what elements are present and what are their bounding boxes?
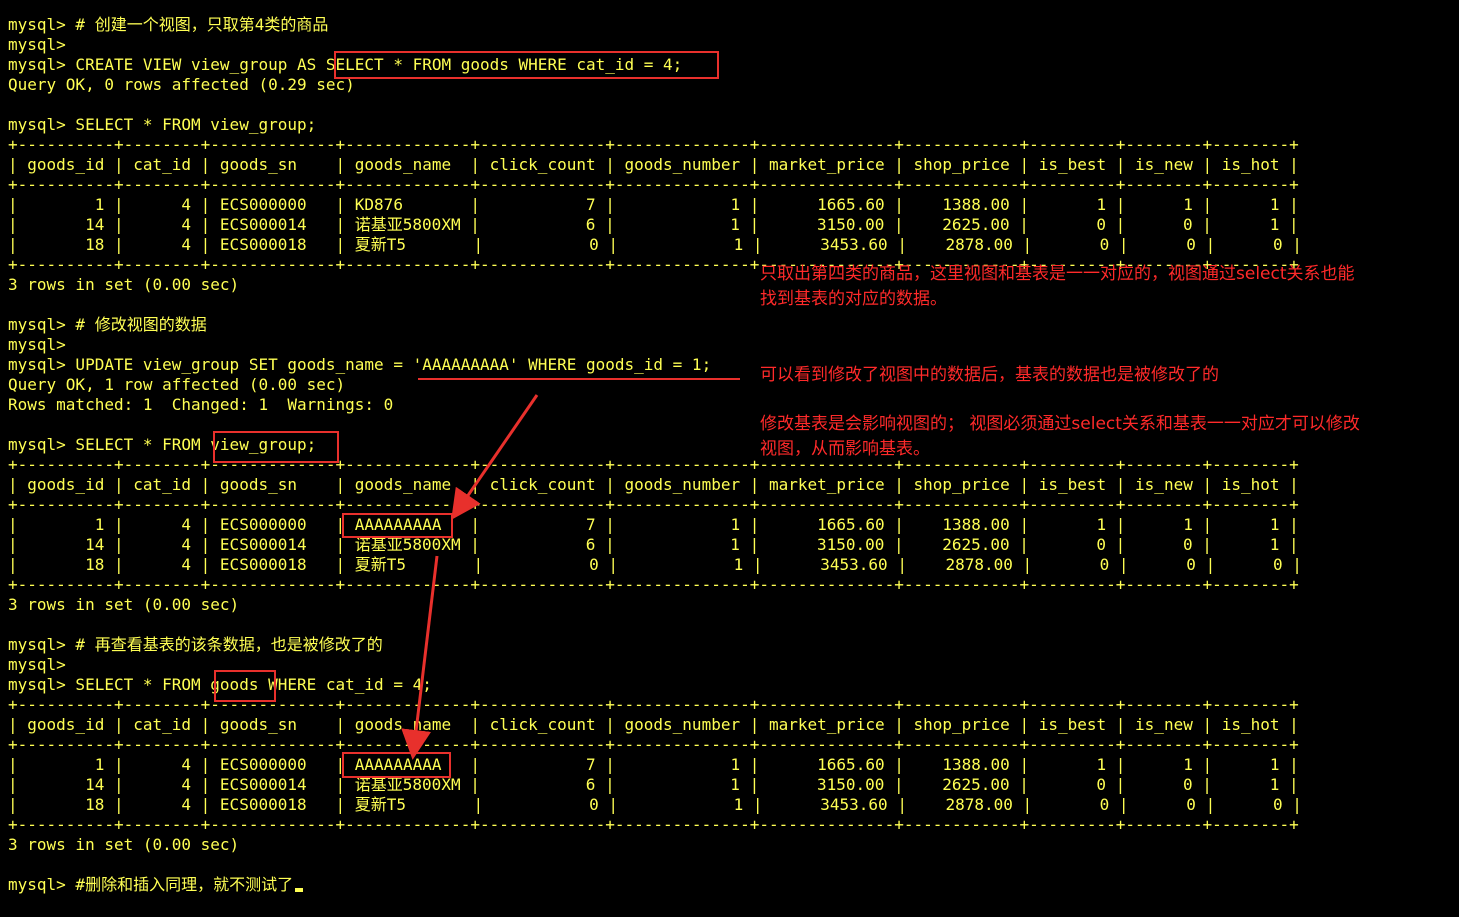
highlight-view-group (213, 431, 339, 463)
terminal-line: Query OK, 0 rows affected (0.29 sec) (8, 75, 355, 94)
annotation-note-1-line-2: 找到基表的对应的数据。 (760, 289, 947, 309)
annotation-note-3-line-1: 修改基表是会影响视图的； 视图必须通过select关系和基表一一对应才可以修改 (760, 414, 1360, 434)
annotation-note-2: 可以看到修改了视图中的数据后，基表的数据也是被修改了的 (760, 363, 1219, 388)
terminal-line: +----------+--------+-------------+-----… (8, 135, 1299, 154)
text-cursor (295, 888, 304, 892)
terminal-line: mysql> # 创建一个视图，只取第4类的商品 (8, 15, 329, 34)
terminal-line: | 18 | 4 | ECS000018 | 夏新T5 | 0 | 1 | 34… (8, 555, 1302, 574)
terminal-line: 3 rows in set (0.00 sec) (8, 275, 240, 294)
terminal-line: 3 rows in set (0.00 sec) (8, 595, 240, 614)
terminal-line: +----------+--------+-------------+-----… (8, 575, 1299, 594)
terminal-line: +----------+--------+-------------+-----… (8, 815, 1299, 834)
terminal-line: Rows matched: 1 Changed: 1 Warnings: 0 (8, 395, 394, 414)
terminal-line: | 18 | 4 | ECS000018 | 夏新T5 | 0 | 1 | 34… (8, 795, 1302, 814)
terminal-line: +----------+--------+-------------+-----… (8, 735, 1299, 754)
terminal-line: | goods_id | cat_id | goods_sn | goods_n… (8, 475, 1299, 494)
terminal-line: Query OK, 1 row affected (0.00 sec) (8, 375, 346, 394)
terminal-line: mysql> UPDATE view_group SET goods_name … (8, 355, 712, 374)
terminal-line: | 14 | 4 | ECS000014 | 诺基亚5800XM | 6 | 1… (8, 215, 1299, 234)
highlight-updated-value-base (342, 752, 451, 778)
terminal-line: mysql> # 修改视图的数据 (8, 315, 207, 334)
terminal-line: | goods_id | cat_id | goods_sn | goods_n… (8, 155, 1299, 174)
terminal-line: +----------+--------+-------------+-----… (8, 695, 1299, 714)
terminal-line: mysql> (8, 655, 66, 674)
terminal-line: | 1 | 4 | ECS000000 | KD876 | 7 | 1 | 16… (8, 195, 1299, 214)
terminal-line: mysql> SELECT * FROM view_group; (8, 115, 317, 134)
terminal-line: | goods_id | cat_id | goods_sn | goods_n… (8, 715, 1299, 734)
underline-update-statement (418, 378, 740, 380)
terminal-line: mysql> # 再查看基表的该条数据，也是被修改了的 (8, 635, 383, 654)
highlight-goods-table (214, 670, 276, 702)
annotation-note-2-text: 可以看到修改了视图中的数据后，基表的数据也是被修改了的 (760, 365, 1219, 385)
terminal-line: +----------+--------+-------------+-----… (8, 175, 1299, 194)
terminal-line: | 14 | 4 | ECS000014 | 诺基亚5800XM | 6 | 1… (8, 535, 1299, 554)
terminal-line: 3 rows in set (0.00 sec) (8, 835, 240, 854)
terminal-line: | 1 | 4 | ECS000000 | AAAAAAAAA | 7 | 1 … (8, 515, 1299, 534)
terminal-line: | 1 | 4 | ECS000000 | AAAAAAAAA | 7 | 1 … (8, 755, 1299, 774)
terminal-line: mysql> #删除和插入同理，就不测试了 (8, 875, 304, 895)
terminal-line: +----------+--------+-------------+-----… (8, 495, 1299, 514)
terminal-line: | 14 | 4 | ECS000014 | 诺基亚5800XM | 6 | 1… (8, 775, 1299, 794)
terminal-line: mysql> (8, 335, 66, 354)
highlight-select-clause (334, 51, 719, 79)
annotation-note-1: 只取出第四类的商品，这里视图和基表是一一对应的，视图通过select关系也能 找… (760, 262, 1355, 312)
annotation-note-3-line-2: 视图，从而影响基表。 (760, 439, 930, 459)
terminal-line: mysql> (8, 35, 66, 54)
highlight-updated-value-view (342, 513, 453, 538)
annotation-note-3: 修改基表是会影响视图的； 视图必须通过select关系和基表一一对应才可以修改 … (760, 412, 1360, 462)
terminal-line: | 18 | 4 | ECS000018 | 夏新T5 | 0 | 1 | 34… (8, 235, 1302, 254)
annotation-note-1-line-1: 只取出第四类的商品，这里视图和基表是一一对应的，视图通过select关系也能 (760, 264, 1355, 284)
